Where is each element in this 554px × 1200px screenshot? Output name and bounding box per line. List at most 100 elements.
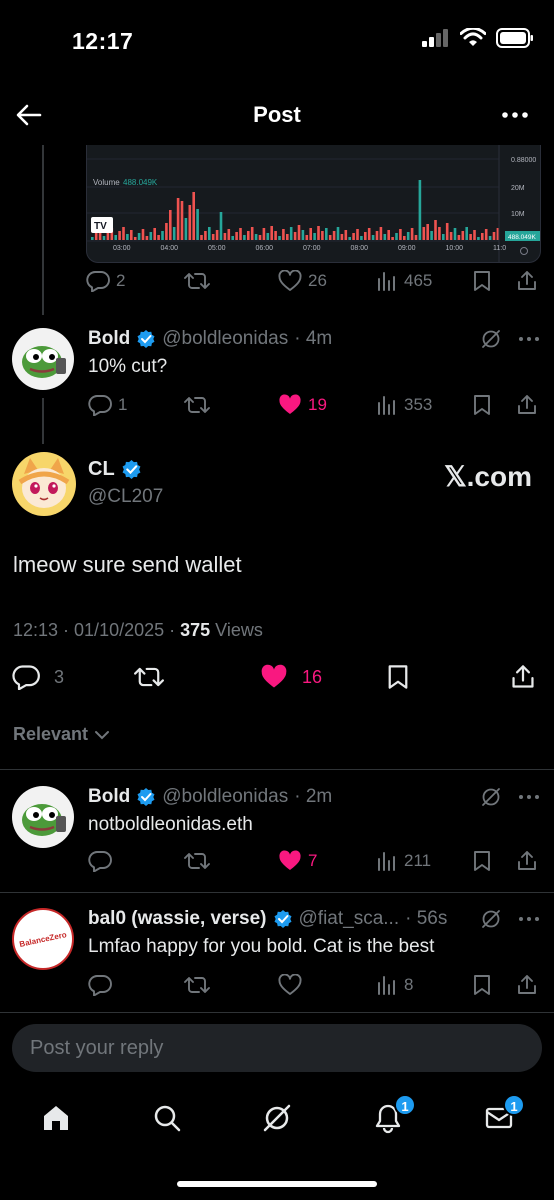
- author-name[interactable]: Bold: [88, 786, 130, 808]
- bookmark-icon: [474, 271, 490, 291]
- sort-dropdown[interactable]: Relevant: [13, 724, 110, 745]
- share-icon: [518, 271, 536, 290]
- views-button[interactable]: 353: [376, 394, 432, 416]
- views-button[interactable]: 465: [376, 270, 432, 292]
- grok-button[interactable]: [480, 328, 502, 350]
- analytics-icon: [378, 976, 395, 995]
- bookmark-button[interactable]: [472, 850, 492, 872]
- author-name[interactable]: Bold: [88, 328, 130, 350]
- share-button[interactable]: [516, 974, 538, 996]
- volume-bar: [403, 236, 406, 240]
- volume-bar: [453, 228, 457, 240]
- volume-bar: [332, 231, 336, 240]
- retweet-button[interactable]: [184, 974, 210, 996]
- tab-search[interactable]: [151, 1102, 183, 1134]
- retweet-button[interactable]: [184, 394, 210, 416]
- volume-bar: [434, 220, 437, 240]
- bookmark-button[interactable]: [472, 974, 492, 996]
- volume-bar: [457, 235, 461, 240]
- heart-outline-icon: [278, 974, 302, 995]
- volume-bar: [317, 226, 320, 240]
- main-post-name-row: CL: [88, 458, 142, 481]
- more-options-button[interactable]: [518, 332, 540, 346]
- more-horizontal-icon: [519, 337, 539, 341]
- tab-messages[interactable]: 1: [483, 1094, 525, 1134]
- bookmark-button[interactable]: [386, 664, 410, 690]
- volume-bar: [282, 229, 285, 240]
- tweet-actions: 2 26 465: [86, 268, 546, 296]
- grok-button[interactable]: [480, 786, 502, 808]
- chart-volume-value: 488.049K: [123, 178, 158, 187]
- author-handle[interactable]: @fiat_sca...: [299, 908, 400, 930]
- reply-count: 1: [118, 395, 128, 414]
- more-options-button[interactable]: [500, 104, 530, 126]
- like-count: 7: [308, 851, 318, 870]
- author-handle[interactable]: @boldleonidas: [162, 786, 288, 808]
- reply-button[interactable]: 3: [12, 664, 64, 690]
- chart-y-tick: 0.88000: [511, 157, 536, 164]
- chart-image[interactable]: Volume 488.049K 0.88000 20M 10M 488.049K…: [86, 145, 541, 263]
- like-button[interactable]: 16: [260, 664, 322, 690]
- grok-button[interactable]: [480, 908, 502, 930]
- volume-bar: [219, 212, 223, 240]
- reply-header: bal0 (wassie, verse) @fiat_sca... · 56s: [88, 908, 472, 930]
- more-options-button[interactable]: [518, 912, 540, 926]
- volume-bar: [375, 231, 379, 240]
- post-text: 10% cut?: [88, 356, 168, 377]
- reply-button[interactable]: [88, 974, 112, 996]
- share-icon: [518, 851, 536, 870]
- like-button[interactable]: 26: [278, 270, 327, 292]
- tab-grok[interactable]: [261, 1102, 293, 1134]
- share-button[interactable]: [516, 850, 538, 872]
- more-horizontal-icon: [519, 917, 539, 921]
- retweet-icon: [134, 667, 164, 687]
- chart-logo: TV: [94, 221, 107, 232]
- avatar[interactable]: [12, 452, 76, 516]
- share-icon: [512, 665, 534, 688]
- views-button[interactable]: 8: [376, 974, 413, 996]
- views-button[interactable]: 211: [376, 850, 431, 872]
- like-button[interactable]: 7: [278, 850, 317, 872]
- share-button[interactable]: [510, 664, 536, 690]
- tab-notifications[interactable]: 1: [372, 1094, 416, 1134]
- author-handle[interactable]: @CL207: [88, 486, 163, 508]
- retweet-button[interactable]: [134, 664, 164, 690]
- like-button[interactable]: 19: [278, 394, 327, 416]
- share-button[interactable]: [516, 270, 538, 292]
- tab-home[interactable]: [40, 1102, 72, 1134]
- verified-badge-icon: [137, 330, 155, 348]
- post-time: · 2m: [294, 786, 333, 807]
- main-post-text: lmeow sure send wallet: [13, 552, 242, 577]
- like-button[interactable]: [278, 974, 302, 996]
- reply-button[interactable]: 2: [86, 270, 125, 292]
- share-icon: [518, 975, 536, 994]
- chart-y-tick: 20M: [511, 185, 525, 192]
- bookmark-button[interactable]: [472, 270, 492, 292]
- volume-bar: [137, 233, 141, 240]
- volume-bar: [481, 233, 484, 240]
- retweet-button[interactable]: [184, 270, 210, 292]
- volume-bar: [157, 235, 160, 240]
- more-options-button[interactable]: [518, 790, 540, 804]
- volume-bar: [106, 232, 110, 240]
- volume-bar: [344, 230, 348, 240]
- avatar[interactable]: BalanceZero: [12, 908, 74, 970]
- avatar[interactable]: [12, 328, 74, 390]
- reply-header: Bold @boldleonidas · 4m: [88, 328, 332, 350]
- reply-button[interactable]: [88, 850, 112, 872]
- volume-bar: [395, 233, 398, 240]
- avatar-text: BalanceZero: [18, 929, 68, 949]
- author-name[interactable]: CL: [88, 458, 115, 481]
- post-timestamp[interactable]: 12:13 · 01/10/2025 ·: [13, 620, 180, 640]
- verified-badge-icon: [137, 788, 155, 806]
- share-button[interactable]: [516, 394, 538, 416]
- avatar[interactable]: [12, 786, 74, 848]
- author-name[interactable]: bal0 (wassie, verse): [88, 908, 267, 930]
- author-handle[interactable]: @boldleonidas: [162, 328, 288, 350]
- volume-bar: [258, 235, 262, 240]
- volume-bar: [325, 228, 328, 240]
- reply-button[interactable]: 1: [88, 394, 127, 416]
- bookmark-button[interactable]: [472, 394, 492, 416]
- volume-bar: [169, 210, 172, 240]
- retweet-button[interactable]: [184, 850, 210, 872]
